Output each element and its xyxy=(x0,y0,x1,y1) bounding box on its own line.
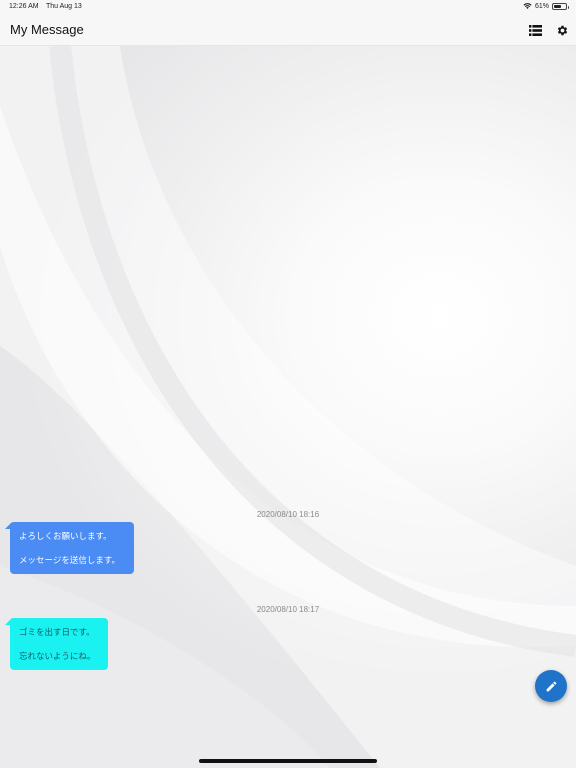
home-indicator[interactable] xyxy=(199,759,377,763)
status-date: Thu Aug 13 xyxy=(46,3,82,10)
message-text: メッセージを送信します。 xyxy=(19,556,120,566)
navigation-bar: My Message xyxy=(0,14,576,46)
message-area[interactable]: 2020/08/10 18:16 よろしくお願いします。 メッセージを送信します… xyxy=(0,46,576,768)
message-bubble[interactable]: よろしくお願いします。 メッセージを送信します。 xyxy=(5,522,134,574)
status-indicators: 61% xyxy=(523,2,569,10)
message-timestamp: 2020/08/10 18:16 xyxy=(256,510,320,519)
status-bar: 12:26 AM Thu Aug 13 61% xyxy=(0,0,576,14)
message-timestamp: 2020/08/10 18:17 xyxy=(256,605,320,614)
battery-fill xyxy=(554,4,561,8)
battery-percent: 61% xyxy=(534,2,549,10)
message-text: ゴミを出す日です。 xyxy=(19,628,95,638)
message-text: よろしくお願いします。 xyxy=(19,532,112,542)
page-title: My Message xyxy=(10,22,84,37)
message-text: 忘れないようにね。 xyxy=(19,652,96,662)
pencil-icon xyxy=(546,681,556,691)
list-button[interactable] xyxy=(527,22,543,38)
message-bubble[interactable]: ゴミを出す日です。 忘れないようにね。 xyxy=(5,618,108,670)
gear-icon xyxy=(557,25,567,35)
wifi-icon xyxy=(523,3,532,9)
settings-button[interactable] xyxy=(554,22,570,38)
status-time: 12:26 AM xyxy=(9,3,39,10)
list-icon xyxy=(528,24,542,36)
compose-button[interactable] xyxy=(535,670,567,702)
battery-icon xyxy=(552,2,569,10)
